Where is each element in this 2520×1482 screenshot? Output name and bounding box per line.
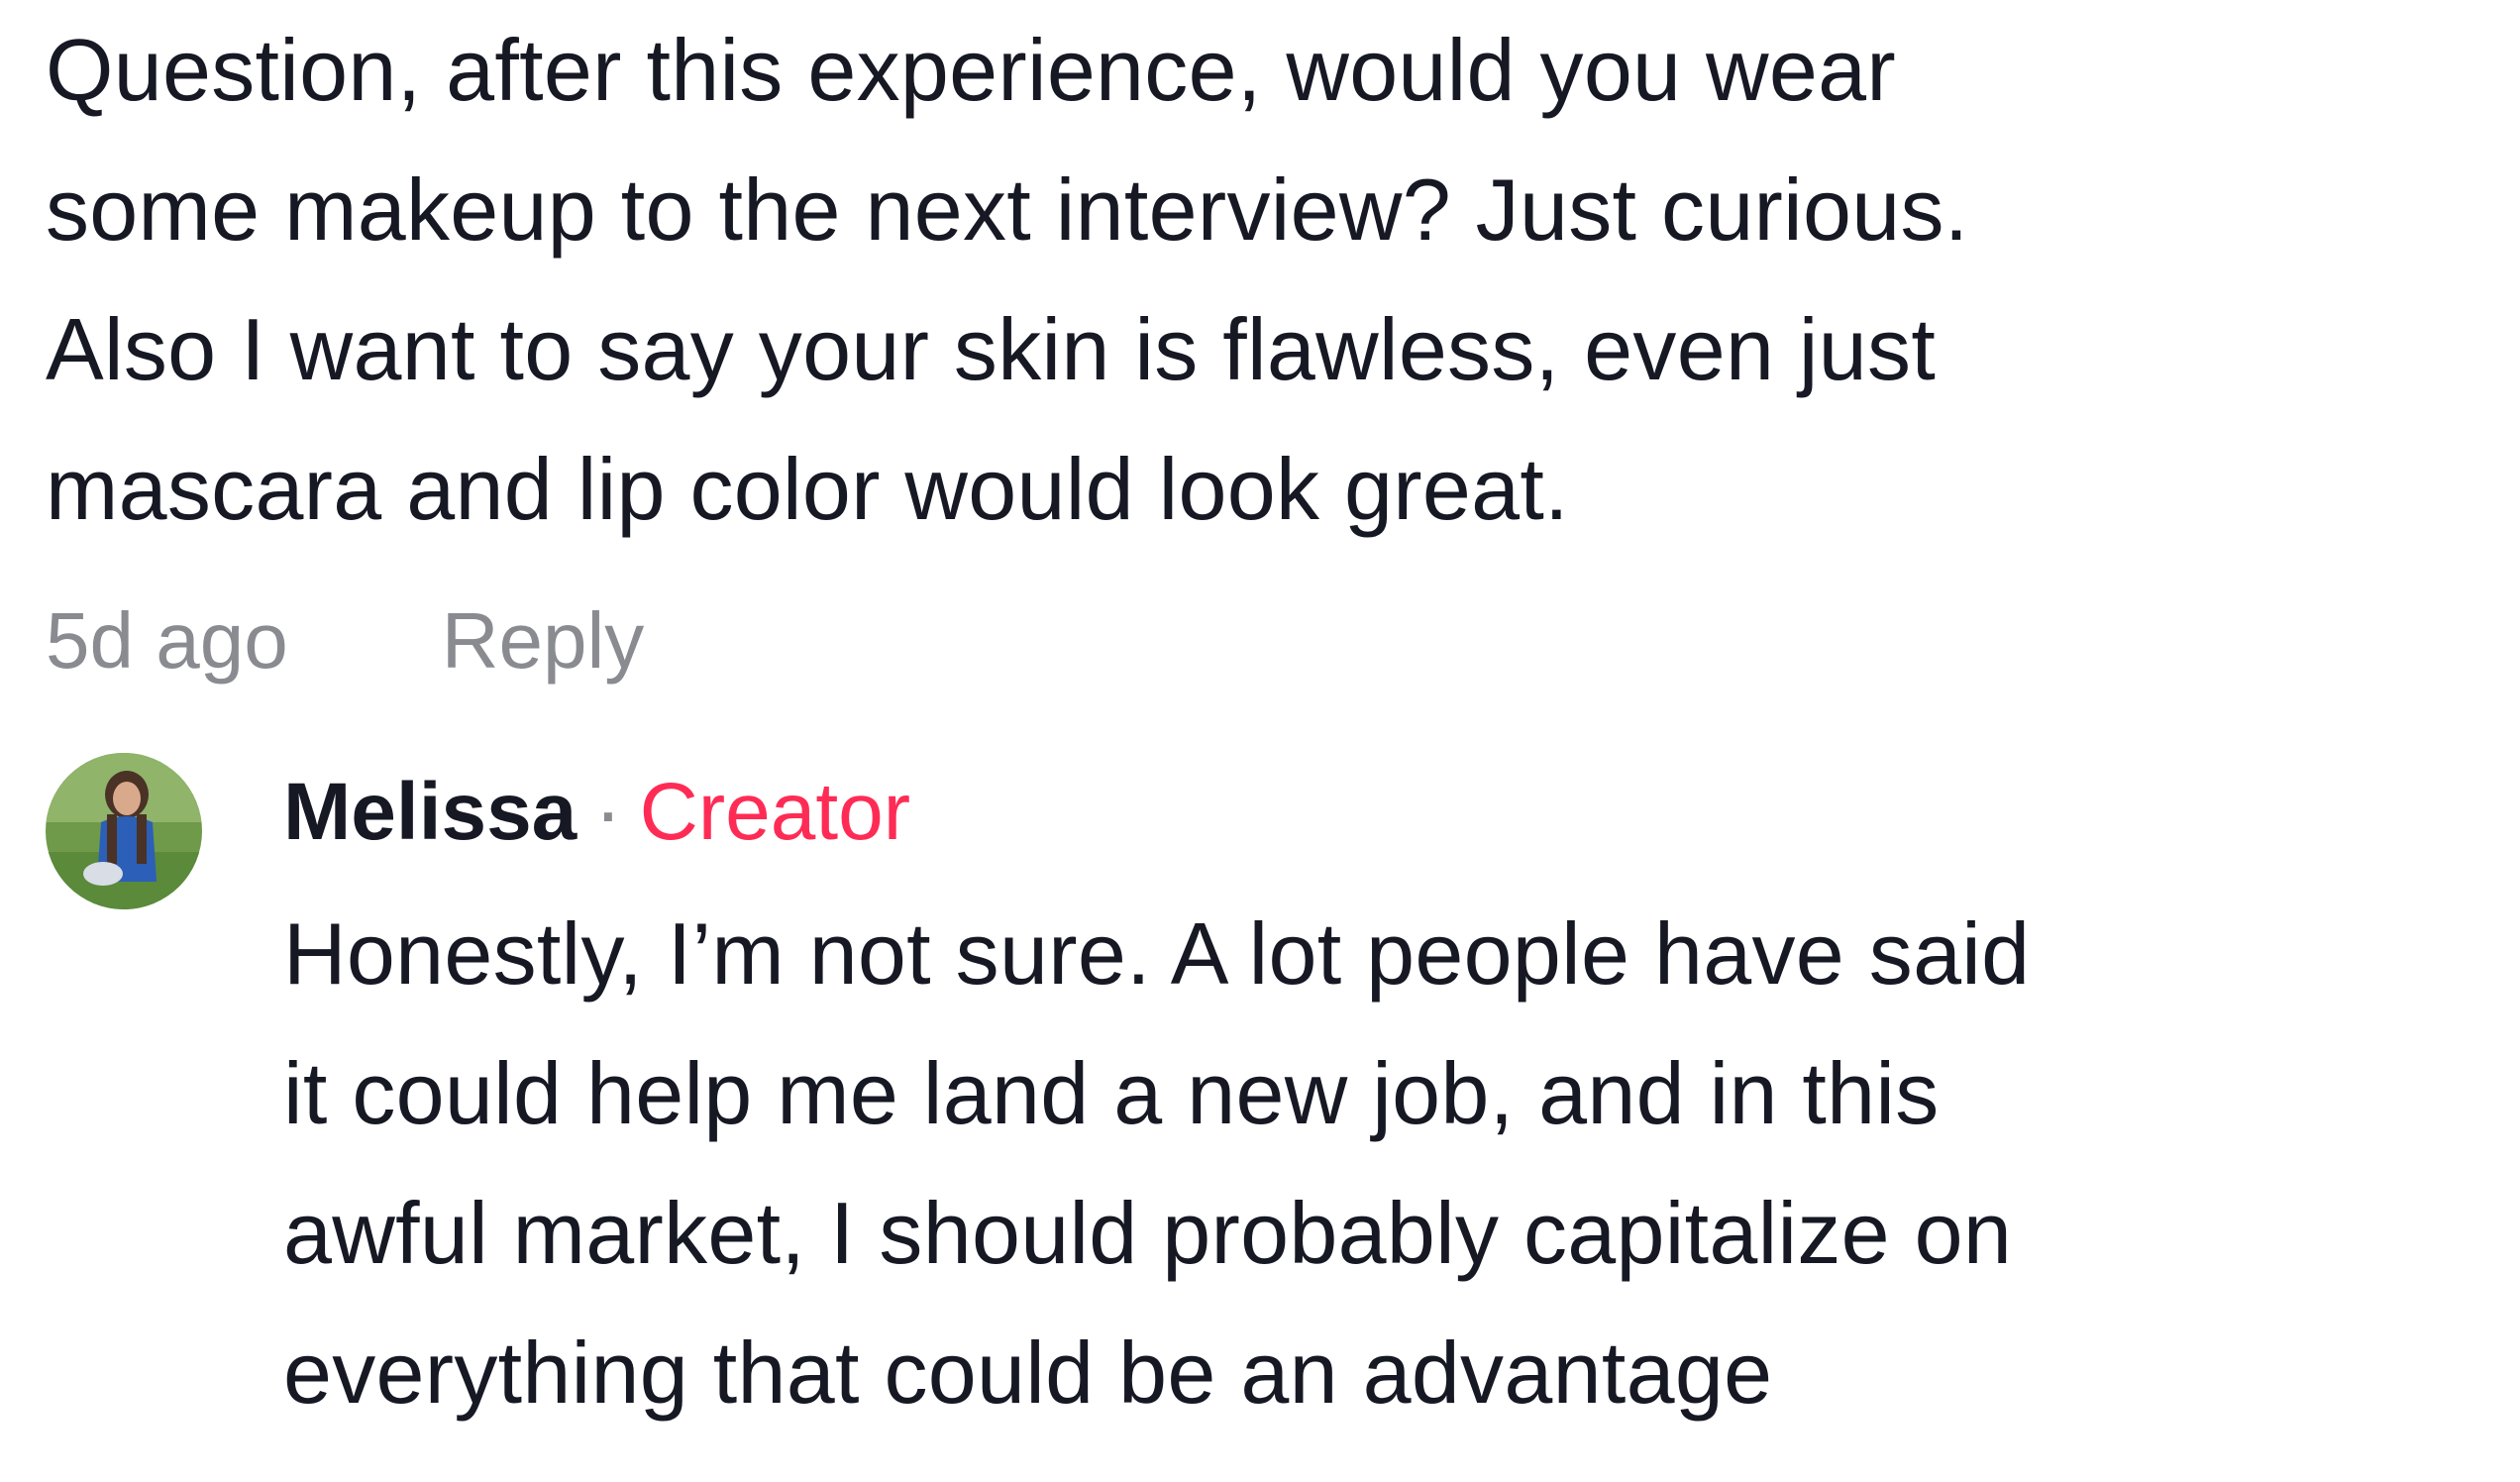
avatar-photo-icon <box>46 753 202 909</box>
avatar[interactable] <box>46 753 202 909</box>
parent-comment: Question, after this experience, would y… <box>46 0 2463 559</box>
author-name[interactable]: Melissa <box>283 766 577 859</box>
creator-badge: Creator <box>639 767 911 857</box>
reply-button[interactable]: Reply <box>442 595 645 687</box>
author-separator: · <box>594 767 622 857</box>
reply-text: Honestly, I’m not sure. A lot people hav… <box>283 904 2031 1422</box>
comment-meta: 5d ago Reply <box>46 586 644 695</box>
reply-body: Melissa · Creator Honestly, I’m not sure… <box>283 753 2482 1442</box>
comment-thread: Question, after this experience, would y… <box>0 0 2520 1482</box>
reply-author-row: Melissa · Creator <box>283 753 2482 872</box>
comment-text: Question, after this experience, would y… <box>46 21 1969 538</box>
comment-timestamp: 5d ago <box>46 596 288 685</box>
